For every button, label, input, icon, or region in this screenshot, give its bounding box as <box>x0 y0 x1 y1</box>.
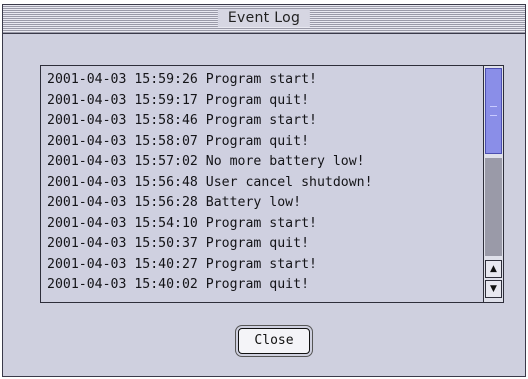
window-title: Event Log <box>217 9 311 27</box>
scroll-up-arrow-icon[interactable]: ▲ <box>485 260 502 278</box>
scroll-down-arrow-icon[interactable]: ▼ <box>485 280 502 298</box>
list-item[interactable]: 2001-04-03 15:40:27 Program start! <box>47 255 483 276</box>
list-item[interactable]: 2001-04-03 15:56:48 User cancel shutdown… <box>47 173 483 194</box>
list-item[interactable]: 2001-04-03 15:57:02 No more battery low! <box>47 152 483 173</box>
event-log-window: Event Log 2001-04-03 15:59:26 Program st… <box>2 4 526 377</box>
list-item[interactable]: 2001-04-03 15:59:17 Program quit! <box>47 91 483 112</box>
list-item[interactable]: 2001-04-03 15:50:37 Program quit! <box>47 234 483 255</box>
list-item[interactable]: 2001-04-03 15:40:02 Program quit! <box>47 275 483 296</box>
list-item[interactable]: 2001-04-03 15:54:10 Program start! <box>47 214 483 235</box>
list-item[interactable]: 2001-04-03 15:59:26 Program start! <box>47 70 483 91</box>
close-button[interactable]: Close <box>238 328 310 354</box>
list-item[interactable]: 2001-04-03 15:58:46 Program start! <box>47 111 483 132</box>
vertical-scrollbar[interactable]: ▲ ▼ <box>483 66 503 302</box>
title-bar[interactable]: Event Log <box>3 5 525 34</box>
event-log-list-body: 2001-04-03 15:59:26 Program start! 2001-… <box>41 66 483 302</box>
scroll-track[interactable] <box>485 158 502 256</box>
list-item[interactable]: 2001-04-03 15:56:28 Battery low! <box>47 193 483 214</box>
scroll-thumb[interactable] <box>485 68 502 154</box>
grip-icon <box>490 106 497 116</box>
event-log-list[interactable]: 2001-04-03 15:59:26 Program start! 2001-… <box>40 65 504 303</box>
list-item[interactable]: 2001-04-03 15:58:07 Program quit! <box>47 132 483 153</box>
